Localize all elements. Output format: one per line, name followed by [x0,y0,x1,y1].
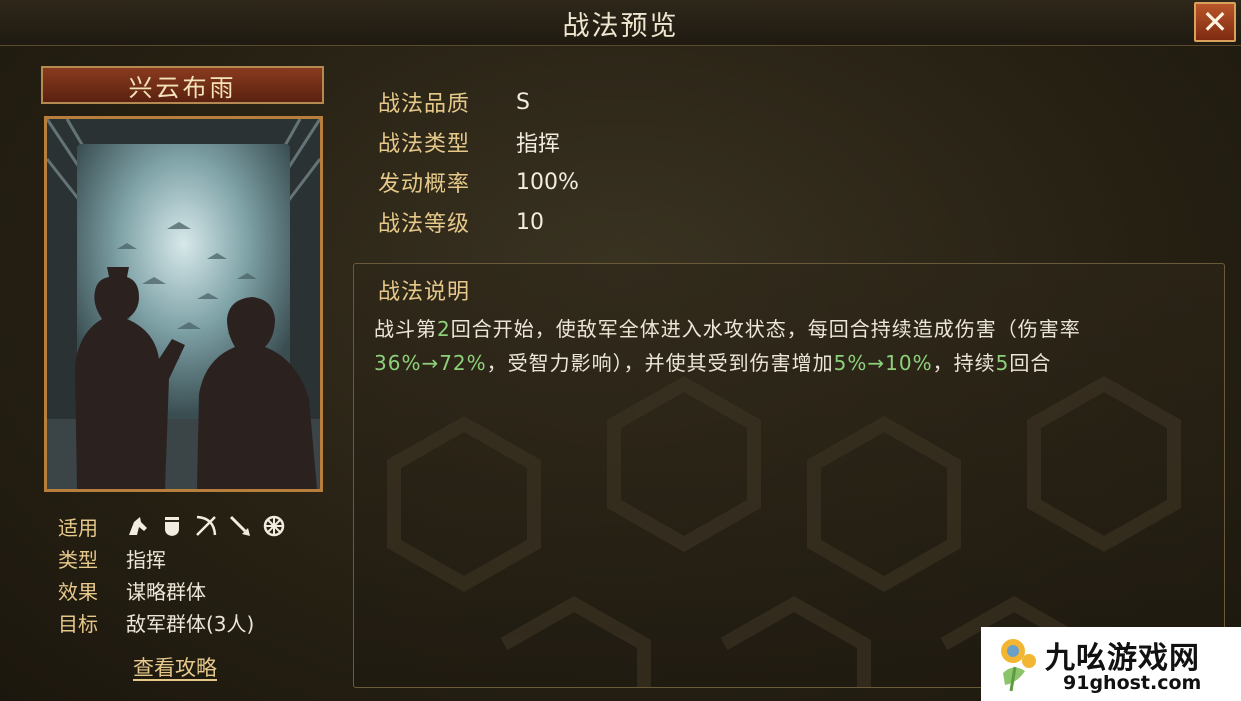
info-row-apply: 适用 [58,510,328,542]
unit-type-icons [126,514,286,538]
title-bar: 战法预览 ✕ [0,0,1241,46]
watermark-title: 九吆游戏网 [1045,641,1200,676]
stat-row-type: 战法类型 指挥 [378,122,579,162]
spear-icon [228,514,252,538]
skill-type-label: 战法类型 [378,132,471,157]
probability-value: 100% [516,169,579,195]
skill-illustration [44,116,323,492]
stat-row-quality: 战法品质 S [378,82,579,122]
info-row-effect: 效果 谋略群体 [58,574,328,606]
view-guide-link[interactable]: 查看攻略 [133,652,217,682]
wheel-icon [262,514,286,538]
quality-label: 战法品质 [378,92,471,117]
window-title: 战法预览 [562,11,679,42]
skill-stats: 战法品质 S 战法类型 指挥 发动概率 100% 战法等级 10 [378,82,579,242]
skill-type-value: 指挥 [516,132,561,157]
quality-value: S [516,89,530,115]
info-row-type: 类型 指挥 [58,542,328,574]
skill-info: 适用 类型 指挥 效果 谋略群体 目标 敌军群体(3人) [58,510,328,638]
target-value: 敌军群体(3人) [126,611,255,636]
level-label: 战法等级 [378,212,471,237]
effect-value: 谋略群体 [126,579,206,604]
desc-segment: ，持续 [932,351,996,375]
desc-segment: ，受智力影响），并使其受到伤害增加 [486,351,834,375]
description-panel: 战法说明 战斗第2回合开始，使敌军全体进入水攻状态，每回合持续造成伤害（伤害率 3… [353,263,1225,688]
stat-row-probability: 发动概率 100% [378,162,579,202]
skill-card-column: 兴云布雨 适用 类型 指挥 效果 谋略群体 目标 敌军群体(3人) 查看攻略 [0,46,345,701]
desc-segment: 战斗第 [374,317,437,341]
close-icon: ✕ [1201,3,1229,41]
description-text: 战斗第2回合开始，使敌军全体进入水攻状态，每回合持续造成伤害（伤害率 36%→72… [374,312,1204,380]
level-value: 10 [516,209,544,235]
cavalry-icon [126,514,150,538]
desc-highlight: 2 [437,317,451,341]
desc-highlight: 5 [995,351,1010,375]
shield-icon [160,514,184,538]
desc-highlight: 5%→10% [833,351,933,375]
skill-name-plate: 兴云布雨 [41,66,324,104]
stat-row-level: 战法等级 10 [378,202,579,242]
desc-segment: 回合 [1009,351,1052,375]
skill-name: 兴云布雨 [128,73,237,102]
target-label: 目标 [58,611,98,636]
description-title: 战法说明 [378,280,471,305]
watermark: 九吆游戏网 91ghost.com [981,627,1241,701]
probability-label: 发动概率 [378,172,471,197]
effect-label: 效果 [58,579,98,604]
desc-highlight: 36%→72% [374,351,487,375]
close-button[interactable]: ✕ [1194,2,1236,42]
info-row-target: 目标 敌军群体(3人) [58,606,328,638]
type-value: 指挥 [126,547,166,572]
type-label: 类型 [58,547,98,572]
apply-label: 适用 [58,515,98,540]
watermark-url: 91ghost.com [1063,672,1202,694]
desc-segment: 回合开始，使敌军全体进入水攻状态，每回合持续造成伤害（伤害率 [450,317,1081,341]
bow-icon [194,514,218,538]
watermark-logo-icon [1001,639,1036,692]
